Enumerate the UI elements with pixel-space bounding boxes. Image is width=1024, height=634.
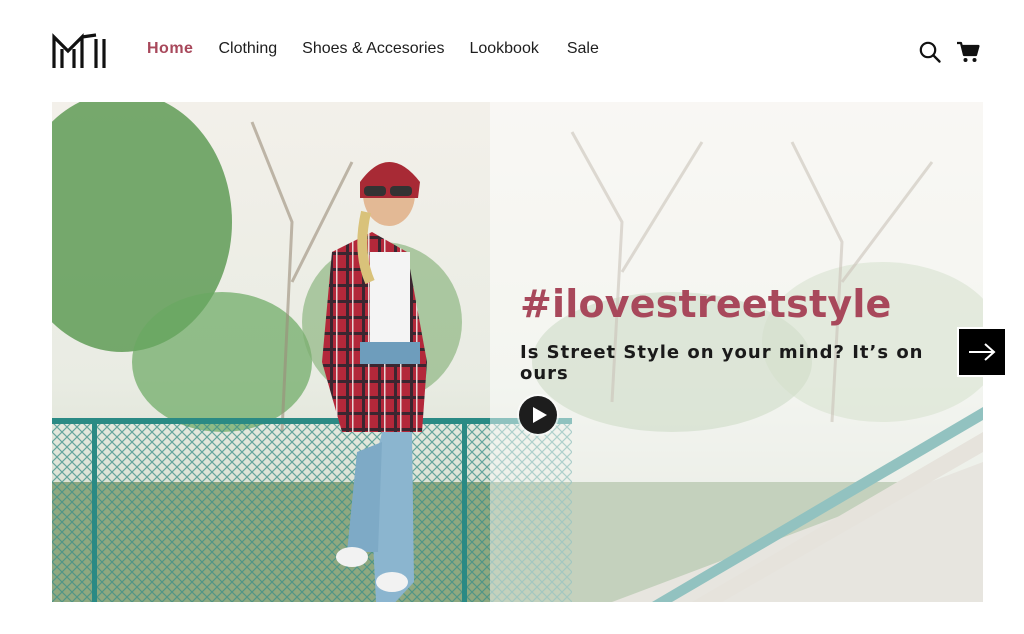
nav-item-home[interactable]: Home [147, 40, 193, 58]
site-header: Home Clothing Shoes & Accesories Lookboo… [0, 0, 1024, 102]
logo-mark-icon [52, 33, 106, 68]
nav-item-sale[interactable]: Sale [567, 40, 599, 58]
arrow-right-icon [969, 343, 996, 361]
main-nav: Home Clothing Shoes & Accesories Lookboo… [147, 40, 599, 58]
brand-logo[interactable] [52, 33, 108, 69]
cart-icon [957, 41, 980, 62]
hero-headline: #ilovestreetstyle [520, 282, 892, 326]
nav-item-clothing[interactable]: Clothing [218, 40, 277, 58]
play-video-button[interactable] [519, 396, 557, 434]
nav-item-shoes-accessories[interactable]: Shoes & Accesories [302, 40, 444, 58]
next-slide-button[interactable] [957, 327, 1007, 377]
hero-banner: #ilovestreetstyle Is Street Style on you… [52, 102, 983, 602]
cart-button[interactable] [956, 40, 980, 64]
search-icon [919, 41, 941, 63]
hero-subheading: Is Street Style on your mind? It’s on ou… [520, 342, 924, 384]
search-button[interactable] [918, 40, 942, 64]
nav-item-lookbook[interactable]: Lookbook [469, 40, 538, 58]
